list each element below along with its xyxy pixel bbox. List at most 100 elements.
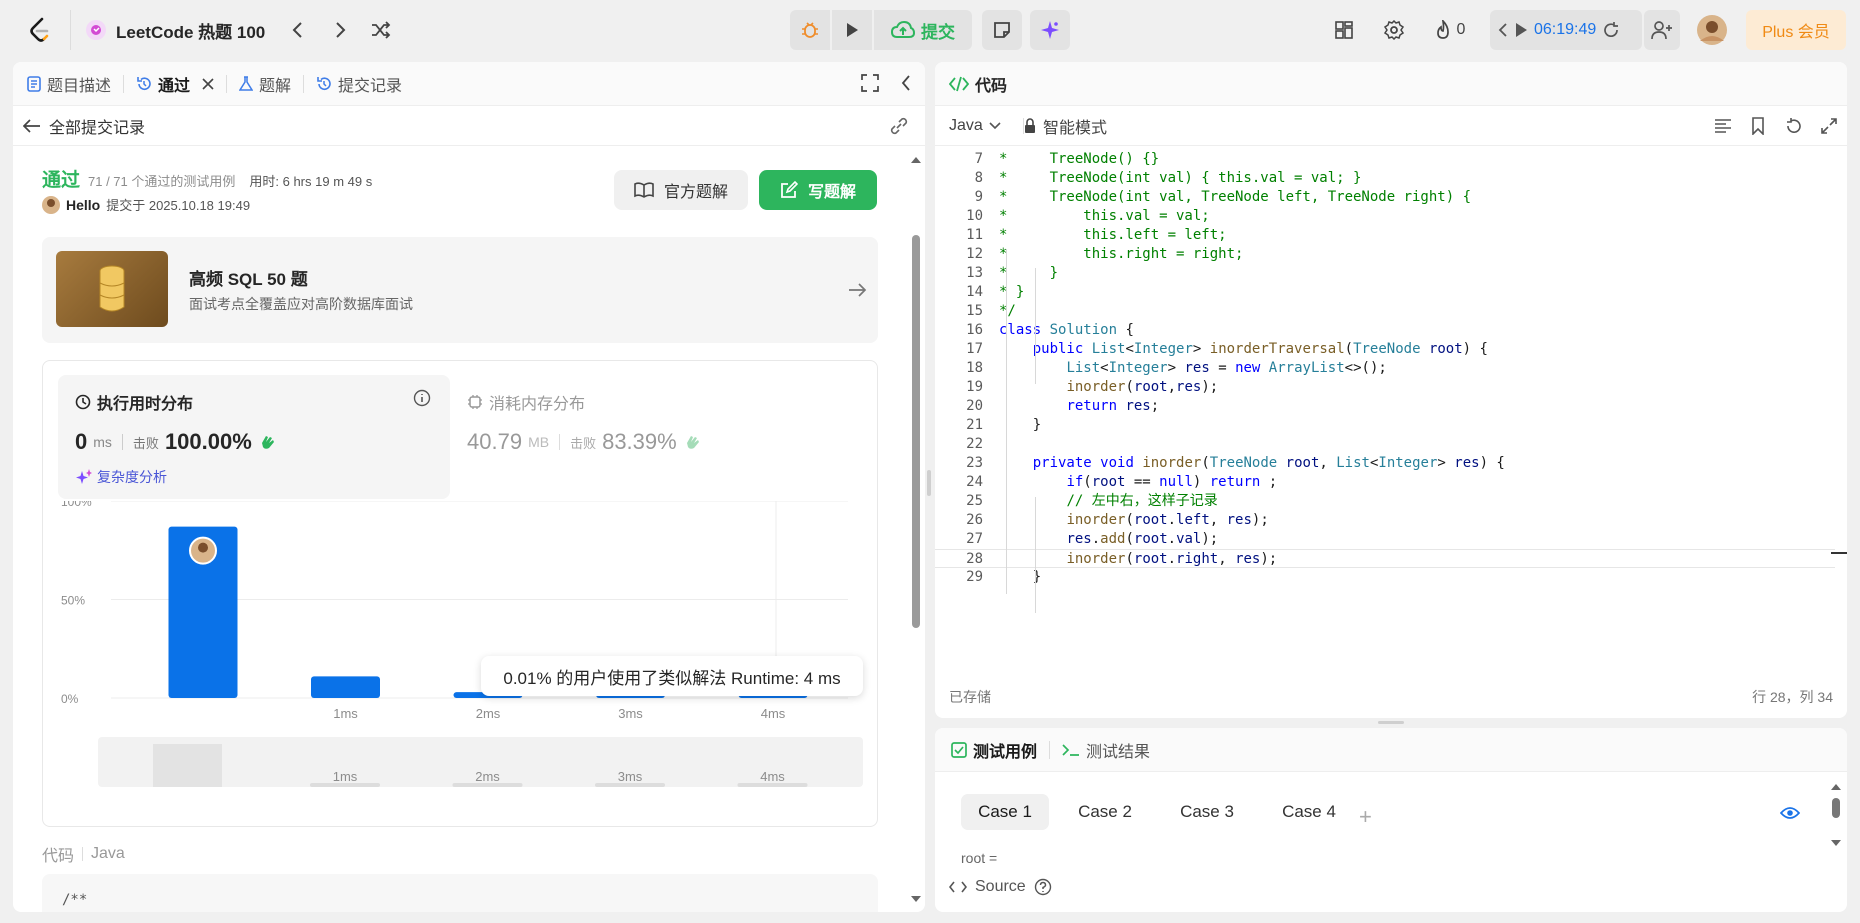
line-content: inorder(root,res);	[1066, 379, 1219, 395]
format-code-icon[interactable]	[1714, 118, 1732, 134]
code-editor-panel: 代码 Java 智能模式 7 * TreeNode() {} 8 * TreeNode…	[935, 62, 1847, 718]
code-line[interactable]: 24 if(root == null) return ;	[935, 473, 1835, 492]
help-icon[interactable]	[1034, 878, 1052, 896]
submitter-name[interactable]: Hello	[66, 197, 100, 213]
study-plan-icon[interactable]	[84, 10, 108, 50]
y-tick-label: 0%	[61, 692, 79, 706]
code-line[interactable]: 14 * }	[935, 283, 1835, 302]
official-solution-label: 官方题解	[663, 184, 728, 201]
settings-gear-icon[interactable]	[1382, 10, 1406, 50]
line-content: * this.left = left;	[999, 227, 1227, 243]
submit-button[interactable]: 提交	[874, 10, 972, 50]
left-scrollbar[interactable]	[907, 147, 925, 912]
code-line[interactable]: 22	[935, 435, 1835, 454]
sql50-promo-card[interactable]: 高频 SQL 50 题 面试考点全覆盖应对高阶数据库面试	[42, 237, 878, 343]
run-button[interactable]	[832, 10, 872, 50]
tab-test-result[interactable]: 测试结果	[1050, 738, 1162, 762]
case-tab[interactable]: Case 1	[961, 794, 1049, 830]
code-line[interactable]: 23 private void inorder(TreeNode root, L…	[935, 454, 1835, 473]
chart-bar	[311, 676, 380, 698]
bookmark-icon[interactable]	[1751, 116, 1765, 135]
info-icon[interactable]	[413, 389, 431, 407]
leetcode-logo[interactable]	[24, 10, 56, 50]
eye-icon[interactable]	[1780, 806, 1800, 820]
vertical-splitter[interactable]	[927, 470, 931, 496]
case-tab[interactable]: Case 4	[1265, 794, 1353, 830]
tab-solutions[interactable]: 题解	[227, 72, 303, 96]
share-link-icon[interactable]	[889, 117, 909, 135]
tab-accepted[interactable]: 通过	[124, 72, 226, 96]
code-line[interactable]: 16 class Solution {	[935, 321, 1835, 340]
code-line[interactable]: 18 List<Integer> res = new ArrayList<>()…	[935, 359, 1835, 378]
my-runtime-avatar-face	[198, 542, 208, 553]
horizontal-splitter[interactable]	[1378, 721, 1404, 724]
source-toggle[interactable]: Source	[949, 878, 1052, 896]
code-line[interactable]: 26 inorder(root.left, res);	[935, 511, 1835, 530]
source-label: Source	[975, 878, 1026, 895]
code-line[interactable]: 15 */	[935, 302, 1835, 321]
memory-value: 40.79	[467, 429, 523, 454]
line-number: 22	[966, 436, 983, 452]
test-scrollbar[interactable]	[1829, 780, 1843, 860]
code-line[interactable]: 11 * this.left = left;	[935, 226, 1835, 245]
memory-stats[interactable]: 消耗内存分布 40.79 MB 击败 83.39%	[458, 375, 850, 499]
code-line[interactable]: 10 * this.val = val;	[935, 207, 1835, 226]
smart-mode-toggle[interactable]: 智能模式	[1023, 114, 1107, 138]
add-case-icon[interactable]: +	[1359, 804, 1372, 830]
cloud-upload-icon	[891, 21, 915, 38]
code-line[interactable]: 20 return res;	[935, 397, 1835, 416]
maximize-icon[interactable]	[861, 74, 879, 97]
ai-assist-icon[interactable]	[1030, 10, 1070, 50]
close-tab-icon[interactable]	[202, 77, 214, 90]
tab-description[interactable]: 题目描述	[13, 72, 123, 96]
user-avatar[interactable]	[1696, 10, 1728, 50]
collapse-timer-icon[interactable]	[1498, 22, 1508, 38]
tab-submissions[interactable]: 提交记录	[304, 72, 414, 96]
timer-play-icon[interactable]	[1514, 22, 1528, 38]
code-line[interactable]: 13 * }	[935, 264, 1835, 283]
runtime-stats[interactable]: 执行用时分布 0 ms 击败 100.00% 复杂度分析	[58, 375, 450, 499]
add-friend-icon[interactable]	[1644, 10, 1680, 50]
fullscreen-icon[interactable]	[1821, 117, 1837, 134]
code-line[interactable]: 25 // 左中右，这样子记录	[935, 492, 1835, 511]
y-tick-label: 100%	[61, 501, 92, 509]
code-line[interactable]: 28 inorder(root.right, res);	[935, 549, 1835, 568]
code-line[interactable]: 19 inorder(root,res);	[935, 378, 1835, 397]
write-solution-button[interactable]: 写题解	[759, 170, 877, 210]
collapse-panel-icon[interactable]	[901, 75, 911, 96]
back-to-submissions[interactable]: 全部提交记录	[13, 106, 925, 146]
reset-code-icon[interactable]	[1785, 117, 1803, 135]
notes-icon[interactable]	[982, 10, 1022, 50]
next-problem-icon[interactable]	[326, 10, 354, 50]
reset-timer-icon[interactable]	[1602, 21, 1620, 39]
line-number: 27	[966, 531, 983, 547]
case-tab[interactable]: Case 2	[1061, 794, 1149, 830]
plus-membership-button[interactable]: Plus 会员	[1746, 10, 1846, 50]
code-line[interactable]: 7 * TreeNode() {}	[935, 150, 1835, 169]
code-line[interactable]: 8 * TreeNode(int val) { this.val = val; }	[935, 169, 1835, 188]
code-line[interactable]: 9 * TreeNode(int val, TreeNode left, Tree…	[935, 188, 1835, 207]
complexity-analysis-link[interactable]: 复杂度分析	[75, 467, 167, 487]
line-number: 23	[966, 455, 983, 471]
code-area[interactable]: 7 * TreeNode() {} 8 * TreeNode(int val) { t…	[935, 146, 1847, 666]
code-line[interactable]: 21 }	[935, 416, 1835, 435]
code-line[interactable]: 12 * this.right = right;	[935, 245, 1835, 264]
line-number: 7	[974, 151, 983, 167]
language-select[interactable]: Java	[949, 117, 1001, 135]
tab-test-cases[interactable]: 测试用例	[935, 738, 1049, 762]
submitter-avatar[interactable]	[42, 195, 60, 214]
memory-unit: MB	[528, 434, 550, 450]
checkbox-icon	[951, 741, 967, 758]
line-content: if(root == null) return ;	[1066, 474, 1278, 490]
prev-problem-icon[interactable]	[284, 10, 312, 50]
case-tab[interactable]: Case 3	[1163, 794, 1251, 830]
code-line[interactable]: 29 }	[935, 568, 1835, 587]
code-line[interactable]: 17 public List<Integer> inorderTraversal…	[935, 340, 1835, 359]
official-solution-button[interactable]: 官方题解	[614, 170, 748, 210]
shuffle-icon[interactable]	[366, 10, 396, 50]
code-line[interactable]: 27 res.add(root.val);	[935, 530, 1835, 549]
debug-icon[interactable]	[790, 10, 830, 50]
layout-icon[interactable]	[1332, 10, 1356, 50]
problem-list-title[interactable]: LeetCode 热题 100	[116, 10, 276, 50]
streak-counter[interactable]: 0	[1430, 10, 1470, 50]
